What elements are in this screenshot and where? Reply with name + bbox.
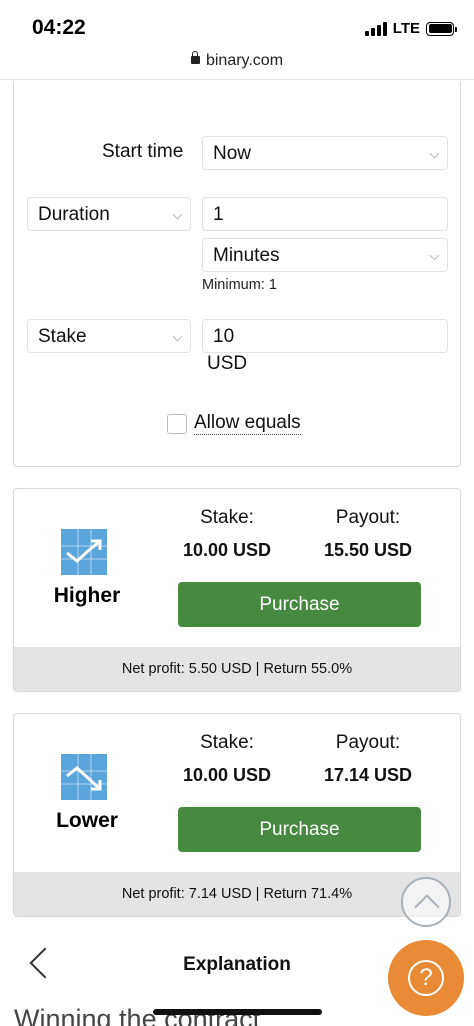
duration-type-select[interactable]: Duration [27, 197, 191, 231]
start-time-label: Start time [102, 141, 184, 162]
chevron-down-icon [429, 148, 440, 159]
payout-label: Payout: [335, 732, 401, 753]
url-bar[interactable]: binary.com [0, 51, 474, 80]
duration-hint: Minimum: 1 [202, 277, 277, 293]
chevron-down-icon [429, 250, 440, 261]
payout-amount: 17.14 USD [323, 765, 413, 785]
purchase-lower-button[interactable]: Purchase [178, 807, 421, 852]
chevron-down-icon [172, 209, 183, 220]
duration-value: 1 [213, 204, 224, 225]
start-time-value: Now [213, 143, 252, 164]
stake-value: 10 [213, 326, 235, 347]
allow-equals-checkbox[interactable] [167, 414, 187, 434]
payout-amount: 15.50 USD [323, 540, 413, 560]
contract-name: Higher [53, 584, 121, 607]
duration-type-value: Duration [38, 204, 110, 225]
allow-equals-label[interactable]: Allow equals [194, 412, 301, 435]
contract-name: Lower [56, 809, 118, 832]
net-profit-footer: Net profit: 7.14 USD | Return 71.4% [14, 872, 460, 916]
url-text: binary.com [205, 52, 284, 69]
stake-label: Stake: [200, 507, 254, 528]
stake-input[interactable]: 10 [202, 319, 448, 353]
chevron-down-icon [172, 331, 183, 342]
duration-unit-select[interactable]: Minutes [202, 238, 448, 272]
stake-type-value: Stake [38, 326, 87, 347]
stake-amount: 10.00 USD [182, 540, 272, 560]
lock-icon [190, 51, 200, 64]
payout-label: Payout: [335, 507, 401, 528]
status-indicators: LTE [364, 20, 457, 37]
scroll-to-top-button[interactable] [401, 877, 451, 927]
help-button[interactable]: ? [388, 940, 464, 1016]
signal-icon [364, 21, 387, 36]
purchase-higher-button[interactable]: Purchase [178, 582, 421, 627]
content-heading: Winning the contract [14, 1004, 261, 1026]
contract-lower: Lower Stake: Payout: 10.00 USD 17.14 USD… [13, 713, 461, 917]
stake-currency: USD [207, 353, 248, 374]
net-profit-footer: Net profit: 5.50 USD | Return 55.0% [14, 647, 460, 691]
question-icon: ? [408, 960, 444, 996]
stake-amount: 10.00 USD [182, 765, 272, 785]
battery-icon [426, 21, 457, 36]
status-bar: 04:22 LTE [0, 0, 474, 52]
duration-unit-value: Minutes [213, 245, 280, 266]
duration-input[interactable]: 1 [202, 197, 448, 231]
trend-up-icon [61, 529, 107, 575]
home-indicator [153, 1009, 322, 1015]
status-time: 04:22 [32, 16, 86, 39]
trade-form: Start time Now Duration 1 Minutes Minimu… [13, 82, 461, 467]
stake-type-select[interactable]: Stake [27, 319, 191, 353]
contract-higher: Higher Stake: Payout: 10.00 USD 15.50 US… [13, 488, 461, 692]
stake-label: Stake: [200, 732, 254, 753]
network-type: LTE [392, 20, 420, 37]
trend-down-icon [61, 754, 107, 800]
start-time-select[interactable]: Now [202, 136, 448, 170]
